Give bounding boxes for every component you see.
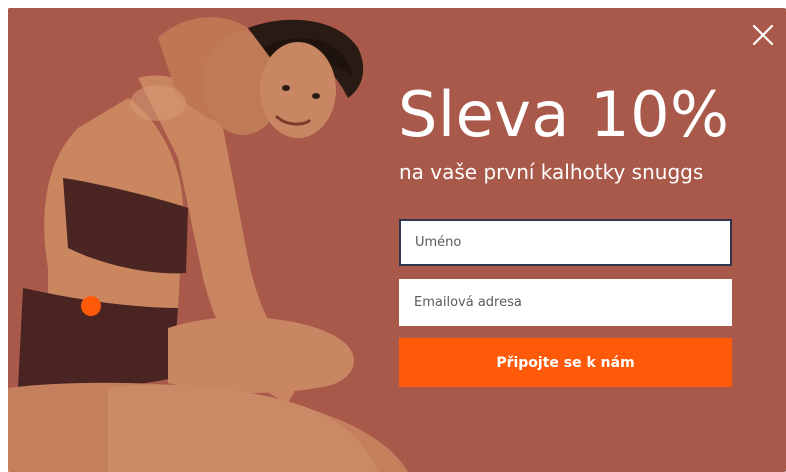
close-icon [752,24,774,46]
join-button[interactable]: Připojte se k nám [399,338,732,387]
close-button[interactable] [750,22,776,48]
model-photo [8,8,408,472]
email-input[interactable] [399,279,732,326]
discount-headline: Sleva 10% [398,78,730,151]
name-input[interactable] [399,219,732,266]
hotspot-dot[interactable] [81,296,101,316]
signup-popup: Sleva 10% na vaše první kalhotky snuggs … [8,8,786,472]
discount-subtitle: na vaše první kalhotky snuggs [399,160,704,184]
